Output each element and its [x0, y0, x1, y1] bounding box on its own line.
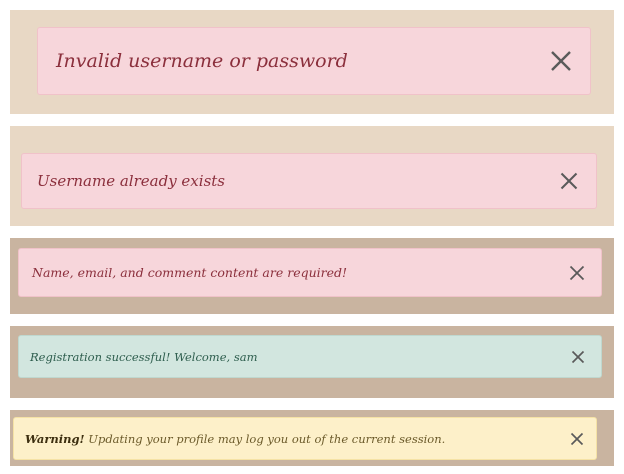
- alert-panel-2: Username already exists: [10, 126, 614, 226]
- close-icon[interactable]: [560, 172, 578, 190]
- alert-panel-5: Warning! Updating your profile may log y…: [10, 410, 614, 466]
- alert-username-exists: Username already exists: [21, 153, 597, 209]
- alert-profile-warning: Warning! Updating your profile may log y…: [13, 417, 597, 460]
- close-icon[interactable]: [550, 50, 572, 72]
- close-icon[interactable]: [571, 350, 585, 364]
- alert-message: Warning! Updating your profile may log y…: [25, 432, 445, 446]
- alert-message: Name, email, and comment content are req…: [32, 265, 348, 280]
- alert-strong-label: Warning!: [25, 431, 85, 446]
- alert-invalid-login: Invalid username or password: [37, 27, 591, 95]
- close-icon[interactable]: [569, 265, 585, 281]
- alert-registration-success: Registration successful! Welcome, sam: [18, 335, 602, 378]
- alert-message-text: Updating your profile may log you out of…: [84, 431, 446, 446]
- alert-message: Username already exists: [37, 172, 225, 190]
- alert-message: Invalid username or password: [56, 50, 348, 72]
- alert-panel-1: Invalid username or password: [10, 10, 614, 114]
- alert-required-fields: Name, email, and comment content are req…: [18, 248, 602, 297]
- close-icon[interactable]: [570, 432, 584, 446]
- alert-message: Registration successful! Welcome, sam: [30, 349, 258, 364]
- alert-panel-3: Name, email, and comment content are req…: [10, 238, 614, 314]
- alert-panel-4: Registration successful! Welcome, sam: [10, 326, 614, 398]
